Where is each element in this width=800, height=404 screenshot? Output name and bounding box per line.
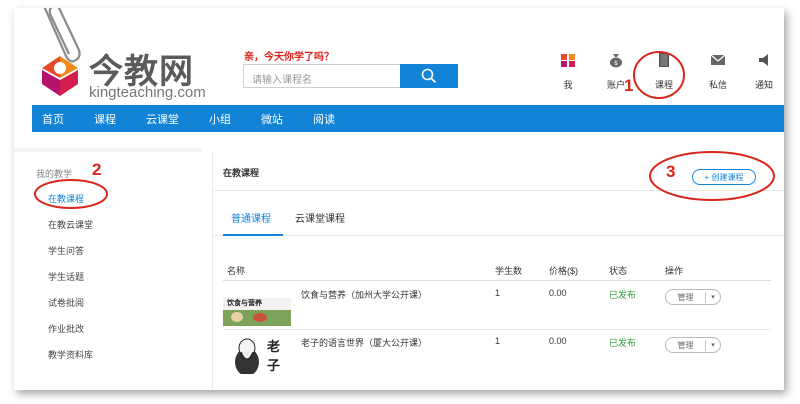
annotation-circle-2 [34, 179, 108, 209]
annotation-number-2: 2 [92, 160, 102, 179]
annotation-number-1: 1 [624, 76, 634, 95]
annotation-number-3: 3 [666, 162, 676, 181]
screenshot-frame: 今教网 kingteaching.com 亲，今天你学了吗？ 请输入课程名 我 … [14, 8, 784, 390]
annotation-circle-1 [633, 51, 685, 99]
annotation-overlay [34, 51, 775, 209]
